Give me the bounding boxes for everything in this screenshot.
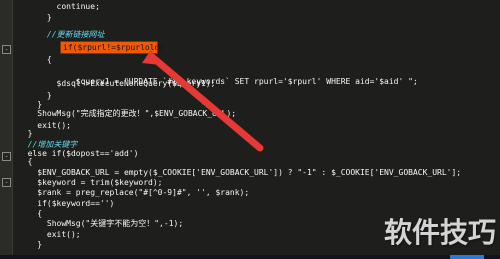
code-comment: //更新链接网址 [18,30,105,39]
watermark-text: 软件技巧 [383,216,496,249]
fold-marker[interactable]: - [2,45,11,54]
code-line: continue; [18,2,100,11]
code-line: else if($dopost=='add') [18,149,139,158]
code-line: $rank = preg_replace("#[^0-9]#", '', $ra… [18,188,250,197]
code-line: $keyword = trim($keyword); [18,178,163,187]
code-line: } [18,13,52,22]
status-indicator [450,255,484,259]
code-line: { [18,55,52,64]
editor-gutter: - - - [0,0,13,259]
code-line: exit(); [18,230,81,239]
code-line: } [18,129,33,138]
selected-condition[interactable]: if($rpurl!=$rpurlold) [60,41,164,54]
code-line: { [18,157,33,166]
code-line: $dsql->ExecuteNoneQuery($query1); [18,79,216,88]
fold-marker[interactable]: - [2,178,11,187]
code-line-update-query: $query1 = "UPDATE `#@__keywords` SET rpu… [37,77,418,86]
code-line: } [18,240,43,249]
fold-marker[interactable]: - [2,152,11,161]
status-bar [0,255,500,259]
code-line: ShowMsg("关键字不能为空！",-1); [18,219,184,228]
code-line: { [18,209,43,218]
code-line: if($keyword=='') [18,199,115,208]
code-line: $ENV_GOBACK_URL = empty($_COOKIE['ENV_GO… [18,168,462,177]
code-line: ShowMsg("完成指定的更改！",$ENV_GOBACK_URL); [18,109,237,118]
